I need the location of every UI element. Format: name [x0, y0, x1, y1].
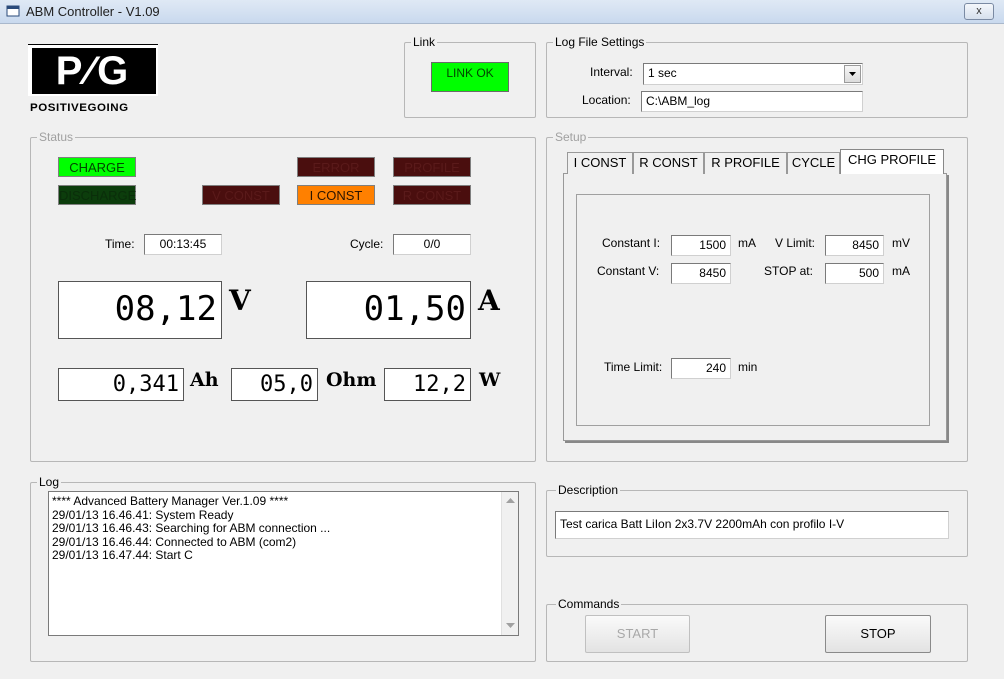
- log-line: 29/01/13 16.47.44: Start C: [52, 548, 193, 562]
- description-field[interactable]: Test carica Batt LiIon 2x3.7V 2200mAh co…: [555, 511, 949, 539]
- constant-i-unit: mA: [738, 236, 756, 250]
- constant-v-field[interactable]: 8450: [671, 263, 731, 284]
- voltage-display: 08,12: [58, 281, 222, 339]
- time-label: Time:: [105, 237, 135, 251]
- cycle-value: 0/0: [393, 234, 471, 255]
- location-label: Location:: [582, 93, 631, 107]
- log-textarea[interactable]: **** Advanced Battery Manager Ver.1.09 *…: [48, 491, 519, 636]
- constant-i-field[interactable]: 1500: [671, 235, 731, 256]
- close-button[interactable]: x: [964, 3, 994, 20]
- logo: P∕G POSITIVEGOING: [28, 44, 160, 120]
- stop-at-field[interactable]: 500: [825, 263, 884, 284]
- app-icon: [6, 5, 20, 17]
- v-limit-unit: mV: [892, 236, 910, 250]
- time-limit-field[interactable]: 240: [671, 358, 731, 379]
- log-file-settings-legend: Log File Settings: [553, 35, 647, 49]
- stop-at-label: STOP at:: [764, 264, 813, 278]
- log-scrollbar[interactable]: [501, 492, 518, 635]
- log-lines: **** Advanced Battery Manager Ver.1.09 *…: [52, 494, 331, 563]
- time-limit-unit: min: [738, 360, 758, 374]
- capacity-display: 0,341: [58, 368, 184, 401]
- log-legend: Log: [37, 475, 62, 489]
- close-icon: x: [976, 5, 982, 17]
- stop-at-unit: mA: [892, 264, 910, 278]
- cycle-label: Cycle:: [350, 237, 384, 251]
- v-const-indicator: V CONST: [202, 185, 280, 205]
- discharge-indicator: DISCHARGE: [58, 185, 136, 205]
- title-bar: ABM Controller - V1.09 x: [0, 0, 1004, 24]
- constant-i-label: Constant I:: [602, 236, 661, 250]
- r-const-indicator: R CONST: [393, 185, 471, 205]
- time-limit-label: Time Limit:: [604, 360, 663, 374]
- power-unit: W: [479, 369, 501, 391]
- constant-v-label: Constant V:: [597, 264, 660, 278]
- interval-select[interactable]: 1 sec: [643, 63, 863, 85]
- chevron-down-icon[interactable]: [844, 65, 861, 83]
- stop-button[interactable]: STOP: [825, 615, 931, 653]
- scroll-up-icon[interactable]: [506, 497, 515, 503]
- tab-cycle[interactable]: CYCLE: [787, 152, 840, 174]
- power-display: 12,2: [384, 368, 471, 401]
- interval-value: 1 sec: [648, 66, 677, 80]
- charge-indicator: CHARGE: [58, 157, 136, 177]
- tab-r-const[interactable]: R CONST: [633, 152, 704, 174]
- current-display: 01,50: [306, 281, 471, 339]
- commands-legend: Commands: [556, 597, 622, 611]
- log-line: 29/01/13 16.46.43: Searching for ABM con…: [52, 521, 331, 535]
- chg-profile-frame: [576, 194, 930, 426]
- current-unit: A: [478, 284, 500, 317]
- log-line: 29/01/13 16.46.44: Connected to ABM (com…: [52, 534, 297, 549]
- voltage-unit: V: [229, 284, 251, 317]
- error-indicator: ERROR: [297, 157, 375, 177]
- resistance-unit: Ohm: [326, 369, 377, 391]
- location-field[interactable]: C:\ABM_log: [641, 91, 863, 112]
- time-value: 00:13:45: [144, 234, 222, 255]
- log-line: 29/01/13 16.46.41: System Ready: [52, 507, 234, 522]
- tab-r-profile[interactable]: R PROFILE: [704, 152, 787, 174]
- link-status-indicator: LINK OK: [431, 62, 509, 92]
- capacity-unit: Ah: [190, 369, 219, 391]
- logo-tagline: POSITIVEGOING: [30, 102, 129, 114]
- scroll-down-icon[interactable]: [506, 623, 515, 629]
- profile-indicator: PROFILE: [393, 157, 471, 177]
- status-legend: Status: [37, 130, 76, 144]
- description-legend: Description: [556, 483, 621, 497]
- setup-legend: Setup: [553, 130, 589, 144]
- logo-mark: P∕G: [32, 48, 156, 94]
- v-limit-field[interactable]: 8450: [825, 235, 884, 256]
- interval-label: Interval:: [590, 65, 633, 79]
- log-line: **** Advanced Battery Manager Ver.1.09 *…: [52, 494, 289, 508]
- resistance-display: 05,0: [231, 368, 318, 401]
- v-limit-label: V Limit:: [775, 236, 816, 250]
- link-legend: Link: [411, 35, 438, 49]
- i-const-indicator: I CONST: [297, 185, 375, 205]
- start-button[interactable]: START: [585, 615, 690, 653]
- window-title: ABM Controller - V1.09: [26, 4, 160, 19]
- tab-chg-profile[interactable]: CHG PROFILE: [840, 149, 944, 174]
- tab-i-const[interactable]: I CONST: [567, 152, 633, 174]
